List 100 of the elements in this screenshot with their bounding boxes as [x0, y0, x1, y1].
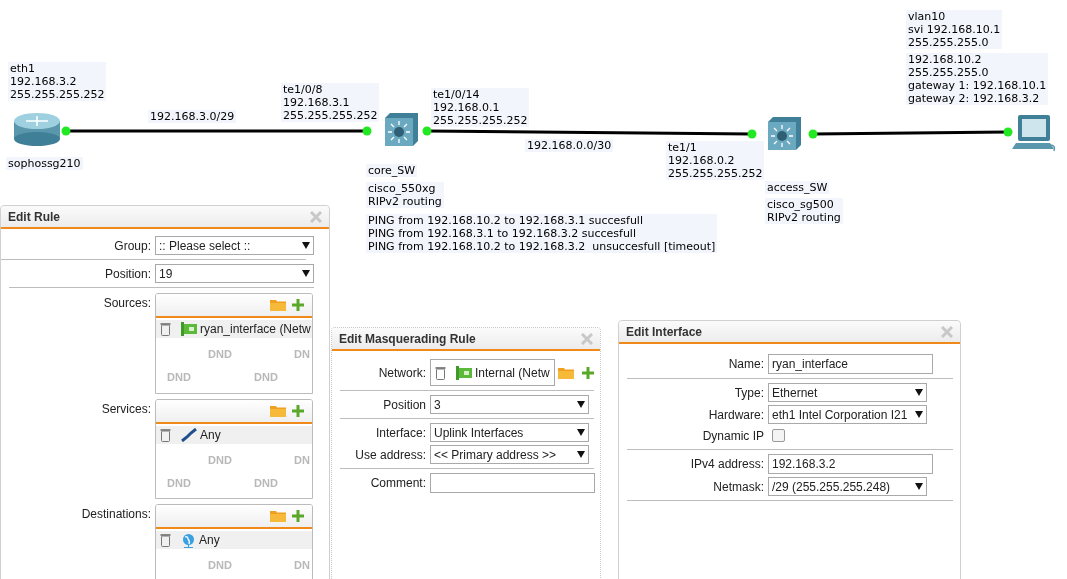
- diagram-label: 192.168.0.0/30: [525, 139, 614, 152]
- diagram-label: sophossg210: [6, 157, 83, 170]
- caret-icon: [915, 483, 923, 490]
- network-icon: [456, 365, 472, 380]
- dropdown[interactable]: :: Please select ::: [155, 236, 314, 255]
- port-dot: [808, 129, 818, 139]
- folder-icon[interactable]: [557, 366, 574, 379]
- field-label: Name:: [727, 356, 764, 373]
- field-label: Netmask:: [712, 478, 764, 496]
- item-label: Any: [200, 427, 221, 444]
- dropdown[interactable]: eth1 Intel Corporation I21: [768, 405, 927, 424]
- watermark-text: DND: [254, 370, 278, 385]
- plus-icon[interactable]: [292, 405, 304, 417]
- diagram-label: te1/0/14 192.168.0.1 255.255.255.252: [431, 88, 530, 127]
- plus-icon[interactable]: [292, 299, 304, 311]
- port-dot: [362, 126, 372, 136]
- diagram-label: eth1 192.168.3.2 255.255.255.252: [8, 62, 107, 101]
- port-dot: [61, 126, 71, 136]
- close-icon[interactable]: [581, 332, 593, 345]
- field-label: Position: [382, 396, 426, 414]
- field-label: Hardware:: [707, 406, 764, 424]
- field-label: Group:: [113, 237, 151, 255]
- input-field[interactable]: ryan_interface: [768, 354, 933, 374]
- connector-icon: [181, 428, 197, 442]
- folder-icon[interactable]: [270, 299, 286, 311]
- object-field[interactable]: Internal (Netw: [430, 359, 555, 386]
- dropdown[interactable]: 19: [155, 264, 314, 283]
- dropdown[interactable]: 3: [430, 395, 589, 414]
- dropdown[interactable]: Ethernet: [768, 383, 927, 402]
- watermark-text: DND: [208, 453, 232, 468]
- watermark-text: DND: [254, 476, 278, 491]
- input-field[interactable]: [430, 473, 595, 493]
- close-icon[interactable]: [310, 210, 322, 223]
- caret-icon: [577, 401, 585, 408]
- item-label: Internal (Netw: [475, 364, 550, 382]
- dialog-title: Edit Masquerading Rule: [339, 330, 476, 348]
- port-dot: [1003, 127, 1013, 137]
- diagram-label: access_SW: [765, 181, 830, 194]
- field-label: Services:: [100, 401, 151, 418]
- router-icon[interactable]: [14, 113, 60, 146]
- field-label: Comment:: [369, 475, 426, 492]
- switch-icon[interactable]: [768, 117, 801, 150]
- dialog-title: Edit Interface: [626, 323, 703, 341]
- diagram-label: cisco_550xg RIPv2 routing: [366, 182, 444, 208]
- field-label: IPv4 address:: [689, 456, 764, 473]
- field-label: Use address:: [354, 446, 426, 464]
- field-label: Network:: [377, 364, 426, 382]
- trash-icon[interactable]: [160, 322, 171, 336]
- dropdown[interactable]: /29 (255.255.255.248): [768, 477, 927, 496]
- computer-icon[interactable]: [1012, 115, 1056, 152]
- dropdown[interactable]: Uplink Interfaces: [430, 423, 589, 442]
- close-icon[interactable]: [941, 325, 953, 338]
- watermark-text: DN: [294, 558, 310, 573]
- folder-icon[interactable]: [270, 405, 286, 417]
- diagram-label: 192.168.10.2 255.255.255.0 gateway 1: 192.168.10.1 gateway 2: 192.168.3.2: [906, 53, 1049, 105]
- diagram-label: cisco_sg500 RIPv2 routing: [765, 198, 843, 224]
- watermark-text: DN: [294, 347, 310, 362]
- dialog-title: Edit Rule: [8, 208, 60, 226]
- network-icon: [181, 322, 197, 336]
- watermark-text: DND: [208, 347, 232, 362]
- list-item[interactable]: ryan_interface (Netw: [156, 320, 312, 338]
- diagram-label: vlan10 svi 192.168.10.1 255.255.255.0: [906, 10, 1003, 49]
- diagram-label: te1/0/8 192.168.3.1 255.255.255.252: [281, 83, 380, 122]
- caret-icon: [577, 429, 585, 436]
- port-dot: [747, 129, 757, 139]
- caret-icon: [915, 389, 923, 396]
- watermark-text: DN: [294, 453, 310, 468]
- field-label: Dynamic IP: [701, 428, 764, 445]
- trash-icon[interactable]: [160, 533, 171, 547]
- list-item[interactable]: Any: [156, 531, 312, 549]
- field-label: Interface:: [374, 424, 426, 442]
- caret-icon: [302, 242, 310, 249]
- field-label: Type:: [733, 384, 764, 402]
- port-dot: [422, 126, 432, 136]
- diagram-label: te1/1 192.168.0.2 255.255.255.252: [666, 141, 765, 180]
- field-label: Position:: [103, 265, 151, 283]
- caret-icon: [577, 451, 585, 458]
- input-field[interactable]: 192.168.3.2: [768, 454, 933, 474]
- caret-icon: [302, 270, 310, 277]
- watermark-text: DND: [167, 476, 191, 491]
- watermark-text: DND: [167, 370, 191, 385]
- item-label: ryan_interface (Netw: [200, 321, 311, 338]
- trash-icon[interactable]: [435, 365, 446, 380]
- switch-icon[interactable]: [385, 113, 418, 146]
- trash-icon[interactable]: [160, 428, 171, 442]
- field-label: Sources:: [102, 295, 151, 312]
- plus-icon[interactable]: [581, 366, 594, 379]
- diagram-label: core_SW: [366, 164, 418, 177]
- checkbox[interactable]: [772, 429, 785, 442]
- field-label: Destinations:: [80, 506, 151, 523]
- plus-icon[interactable]: [292, 510, 304, 522]
- diagram-label: 192.168.3.0/29: [148, 110, 237, 123]
- folder-icon[interactable]: [270, 510, 286, 522]
- caret-icon: [915, 411, 923, 418]
- globe-icon: [181, 532, 196, 548]
- item-label: Any: [199, 532, 220, 549]
- list-item[interactable]: Any: [156, 426, 312, 444]
- diagram-label: PING from 192.168.10.2 to 192.168.3.1 succesfull PING from 192.168.3.1 to 192.168.3.2 succesfull PING from 192.168.10.2 to 192.168.3.2 unsuccesfull [timeout]: [366, 214, 718, 253]
- dropdown[interactable]: << Primary address >>: [430, 445, 589, 464]
- watermark-text: DND: [208, 558, 232, 573]
